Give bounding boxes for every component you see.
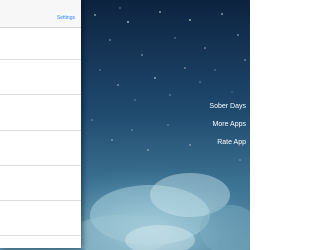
list-row-separator [0, 235, 81, 236]
screen: s Settings Sober Days More Apps Rate App [0, 0, 250, 250]
menu-item-sober-days[interactable]: Sober Days [209, 103, 246, 110]
panel-header: s Settings [0, 0, 81, 28]
settings-button[interactable]: Settings [57, 15, 75, 22]
list-row-separator [0, 59, 81, 60]
menu-item-rate-app[interactable]: Rate App [217, 139, 246, 146]
menu-item-more-apps[interactable]: More Apps [213, 121, 246, 128]
list-row-separator [0, 165, 81, 166]
list-row-separator [0, 200, 81, 201]
list-row-separator [0, 94, 81, 95]
list-row-separator [0, 130, 81, 131]
side-panel: s Settings [0, 0, 81, 248]
